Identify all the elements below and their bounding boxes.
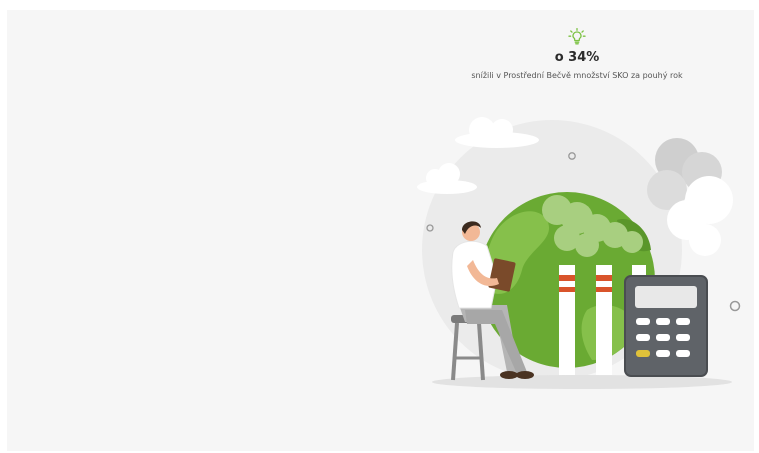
stat-caption: snížili v Prostřední Bečvě množství SKO … <box>471 71 683 80</box>
stat-block: o 34% snížili v Prostřední Bečvě množstv… <box>427 28 727 80</box>
slide-canvas: o 34% snížili v Prostřední Bečvě množstv… <box>7 10 754 451</box>
ground-shadow <box>432 375 732 389</box>
sustainability-illustration <box>417 117 741 389</box>
lightbulb-icon <box>568 28 586 45</box>
ring-decoration-3 <box>729 300 741 312</box>
calculator-icon <box>624 275 708 377</box>
stat-value: o 34% <box>554 50 600 65</box>
